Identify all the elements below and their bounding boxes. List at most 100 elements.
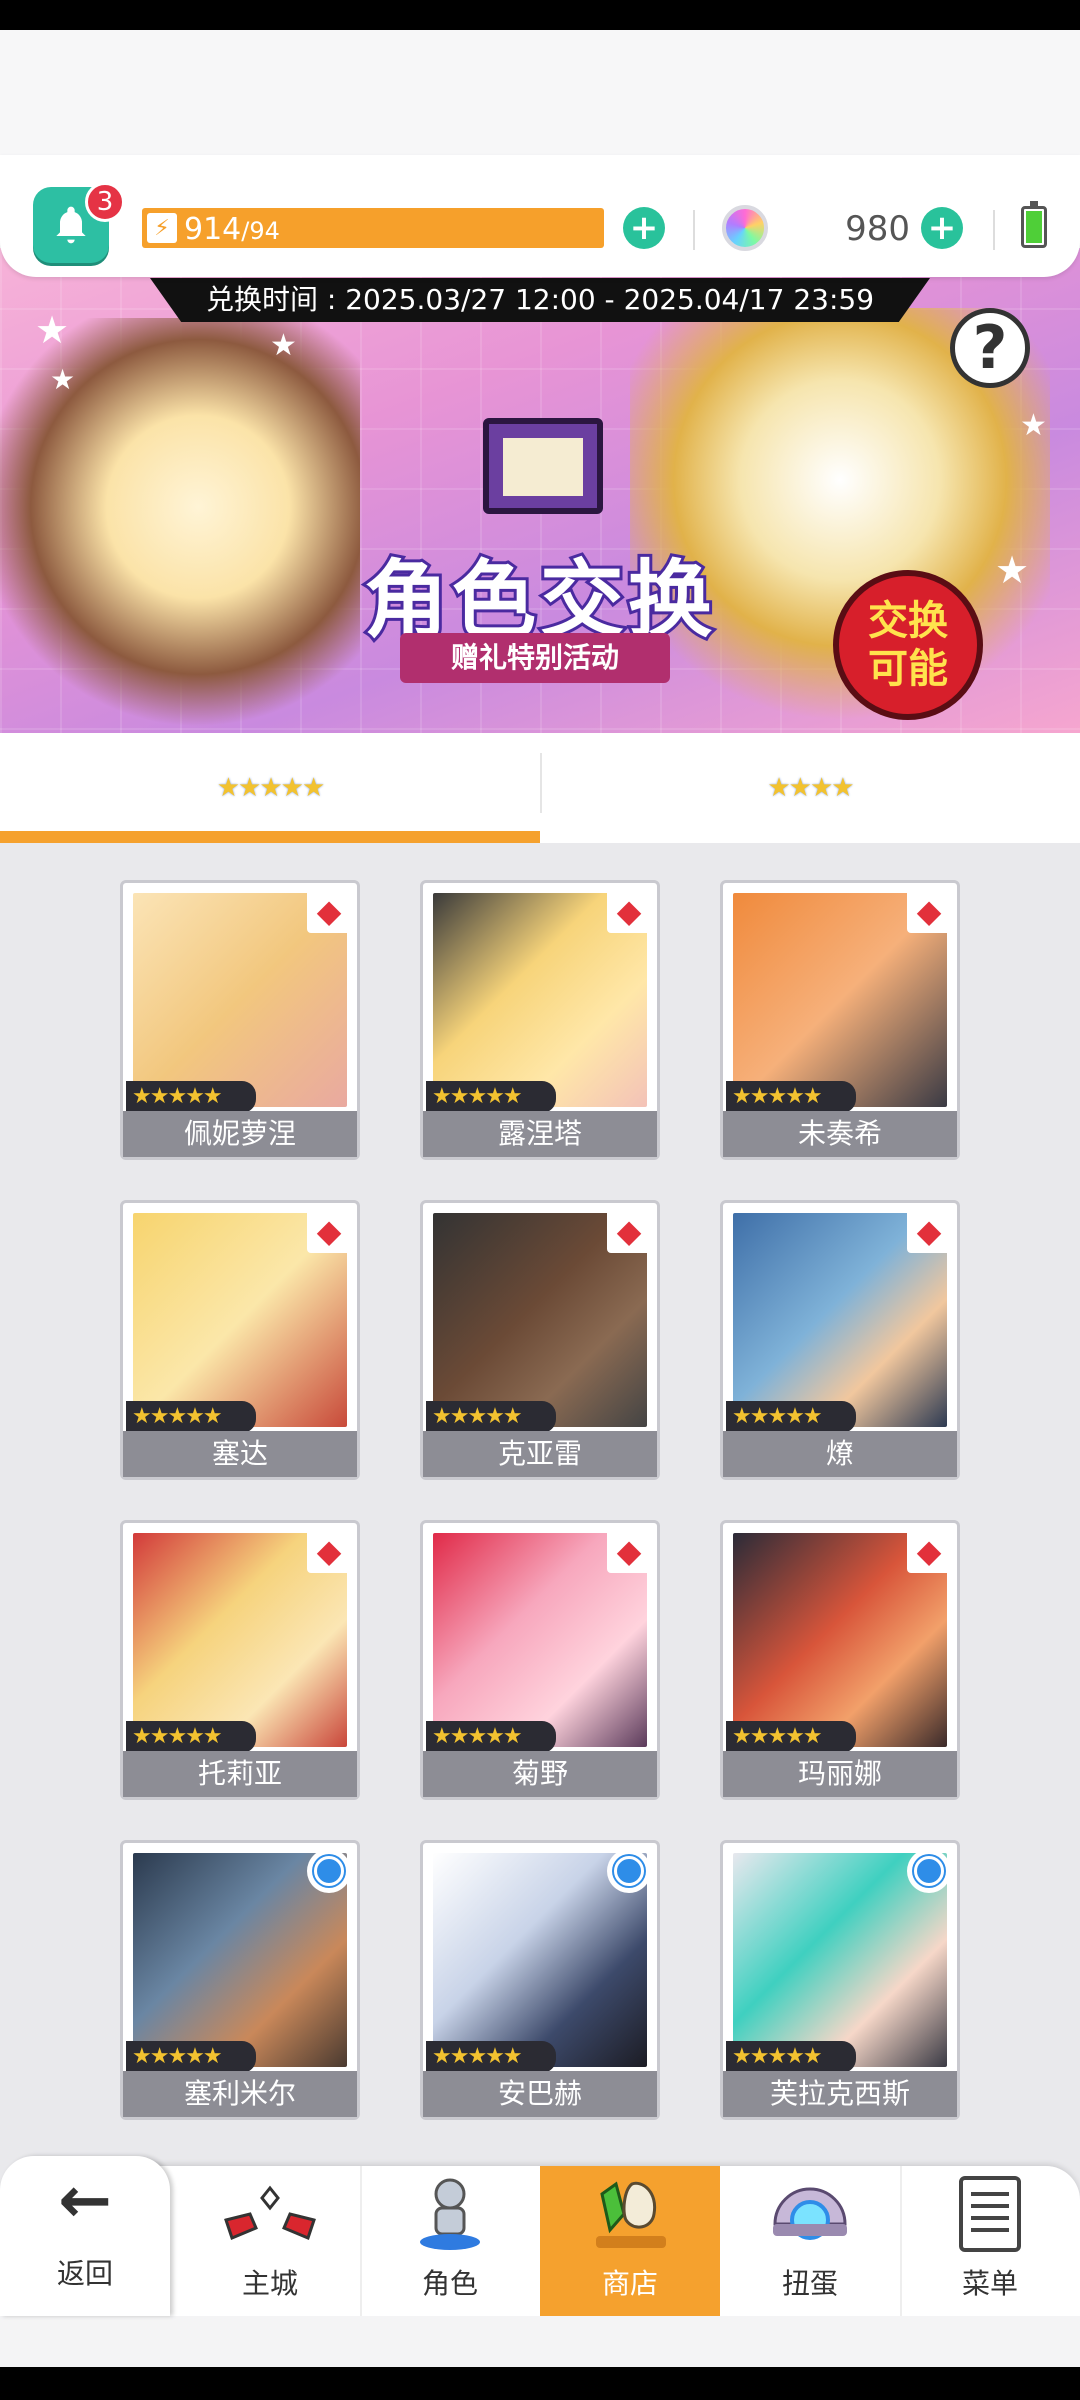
circle-badge-icon xyxy=(607,1849,651,1893)
character-card[interactable]: ◆ ★★★★★ 未奏希 xyxy=(720,880,960,1160)
banner-subtitle: 赠礼特别活动 xyxy=(400,633,670,683)
gem-count: 980 xyxy=(845,209,910,249)
nav-label: 菜单 xyxy=(961,2267,1018,2300)
nav-item-characters[interactable]: 角色 xyxy=(360,2166,540,2316)
star-deco-icon: ★ xyxy=(270,328,297,363)
character-name: 菊野 xyxy=(423,1751,657,1797)
nav-label: 角色 xyxy=(421,2267,478,2300)
rarity-tabs: ★★★★★ ★★★★ xyxy=(0,733,1080,843)
character-name: 塞达 xyxy=(123,1431,357,1477)
character-name: 未奏希 xyxy=(723,1111,957,1157)
character-name: 佩妮萝涅 xyxy=(123,1111,357,1157)
star-deco-icon: ★ xyxy=(995,548,1030,592)
bottom-strip xyxy=(0,2316,1080,2367)
help-button[interactable]: ? xyxy=(950,308,1030,388)
character-card[interactable]: ◆ ★★★★★ 佩妮萝涅 xyxy=(120,880,360,1160)
star-deco-icon: ★ xyxy=(35,308,70,352)
star-rating: ★★★★★ xyxy=(126,1721,256,1753)
character-card[interactable]: ★★★★★ 安巴赫 xyxy=(420,1840,660,2120)
star-rating: ★★★★★ xyxy=(126,1401,256,1433)
star-rating: ★★★★★ xyxy=(426,1721,556,1753)
character-card[interactable]: ◆ ★★★★★ 克亚雷 xyxy=(420,1200,660,1480)
tab-5-star[interactable]: ★★★★★ xyxy=(0,733,540,843)
menu-list-icon xyxy=(942,2174,1038,2254)
bottom-navigation: ← 返回 主城 角色 商店 扭蛋 菜单 xyxy=(0,2156,1080,2316)
character-card[interactable]: ◆ ★★★★★ 露涅塔 xyxy=(420,880,660,1160)
diamond-badge-icon: ◆ xyxy=(907,1529,951,1573)
diamond-badge-icon: ◆ xyxy=(907,1209,951,1253)
character-card[interactable]: ◆ ★★★★★ 玛丽娜 xyxy=(720,1520,960,1800)
add-gems-button[interactable]: + xyxy=(921,207,963,249)
star-rating: ★★★★★ xyxy=(426,1081,556,1113)
exchange-time: 兑换时间 : 2025.03/27 12:00 - 2025.04/17 23:… xyxy=(150,278,930,322)
system-navigation-bar xyxy=(0,2367,1080,2400)
stamina-max: /94 xyxy=(241,217,280,245)
event-banner: ★ ★ ★ ★ ★ 兑换时间 : 2025.03/27 12:00 - 2025… xyxy=(0,248,1080,733)
character-name: 露涅塔 xyxy=(423,1111,657,1157)
diamond-badge-icon: ◆ xyxy=(307,1209,351,1253)
diamond-badge-icon: ◆ xyxy=(907,889,951,933)
character-name: 克亚雷 xyxy=(423,1431,657,1477)
star-rating: ★★★★★ xyxy=(726,1721,856,1753)
stamina-current: 914 xyxy=(184,212,242,247)
nav-label: 扭蛋 xyxy=(781,2267,838,2300)
nav-item-menu[interactable]: 菜单 xyxy=(900,2166,1080,2316)
nav-label: 主城 xyxy=(241,2267,298,2300)
tab-4-star[interactable]: ★★★★ xyxy=(540,733,1080,843)
character-name: 芙拉克西斯 xyxy=(723,2071,957,2117)
stamina-bar: ⚡ 914/94 xyxy=(142,208,604,248)
star-rating: ★★★★★ xyxy=(726,1081,856,1113)
diamond-badge-icon: ◆ xyxy=(607,1209,651,1253)
app: 3 ⚡ 914/94 + 980 + ★ ★ ★ ★ ★ 兑换时间 : 2025… xyxy=(0,30,1080,2367)
character-figure-icon xyxy=(402,2174,498,2254)
lightning-icon: ⚡ xyxy=(147,213,177,243)
arrow-left-icon: ← xyxy=(58,2164,112,2238)
status-bar xyxy=(0,0,1080,30)
diamond-badge-icon: ◆ xyxy=(307,889,351,933)
character-card[interactable]: ◆ ★★★★★ 燎 xyxy=(720,1200,960,1480)
divider xyxy=(693,210,695,250)
back-button[interactable]: ← 返回 xyxy=(0,2156,170,2316)
gift-letter-icon xyxy=(483,418,603,514)
character-name: 燎 xyxy=(723,1431,957,1477)
nav-item-main-city[interactable]: 主城 xyxy=(180,2166,360,2316)
star-rating: ★★★★★ xyxy=(726,1401,856,1433)
exchangeable-badge: 交换可能 xyxy=(833,570,983,720)
diamond-badge-icon: ◆ xyxy=(307,1529,351,1573)
resource-header: 3 ⚡ 914/94 + 980 + xyxy=(0,155,1080,277)
five-star-icon: ★★★★★ xyxy=(216,773,326,803)
star-rating: ★★★★★ xyxy=(426,1401,556,1433)
add-stamina-button[interactable]: + xyxy=(623,207,665,249)
castle-icon xyxy=(222,2174,318,2254)
rainbow-gem-icon xyxy=(722,205,768,251)
character-card[interactable]: ◆ ★★★★★ 塞达 xyxy=(120,1200,360,1480)
star-rating: ★★★★★ xyxy=(126,2041,256,2073)
nav-label: 商店 xyxy=(601,2267,658,2300)
nav-item-gacha[interactable]: 扭蛋 xyxy=(720,2166,900,2316)
stamina-value: 914/94 xyxy=(184,212,280,247)
character-card[interactable]: ◆ ★★★★★ 菊野 xyxy=(420,1520,660,1800)
circle-badge-icon xyxy=(307,1849,351,1893)
character-card[interactable]: ★★★★★ 芙拉克西斯 xyxy=(720,1840,960,2120)
character-name: 玛丽娜 xyxy=(723,1751,957,1797)
star-rating: ★★★★★ xyxy=(426,2041,556,2073)
character-name: 塞利米尔 xyxy=(123,2071,357,2117)
back-label: 返回 xyxy=(56,2257,113,2290)
battery-icon xyxy=(1021,201,1047,248)
star-rating: ★★★★★ xyxy=(126,1081,256,1113)
character-card[interactable]: ◆ ★★★★★ 托莉亚 xyxy=(120,1520,360,1800)
shop-items-icon xyxy=(582,2174,678,2254)
four-star-icon: ★★★★ xyxy=(767,773,854,803)
divider xyxy=(993,210,995,250)
star-deco-icon: ★ xyxy=(1020,408,1047,443)
nav-item-shop[interactable]: 商店 xyxy=(540,2166,720,2316)
diamond-badge-icon: ◆ xyxy=(607,1529,651,1573)
star-rating: ★★★★★ xyxy=(726,2041,856,2073)
character-name: 安巴赫 xyxy=(423,2071,657,2117)
character-card[interactable]: ★★★★★ 塞利米尔 xyxy=(120,1840,360,2120)
character-name: 托莉亚 xyxy=(123,1751,357,1797)
diamond-badge-icon: ◆ xyxy=(607,889,651,933)
notification-count-badge: 3 xyxy=(85,182,125,222)
gacha-machine-icon xyxy=(762,2174,858,2254)
star-deco-icon: ★ xyxy=(50,363,76,396)
